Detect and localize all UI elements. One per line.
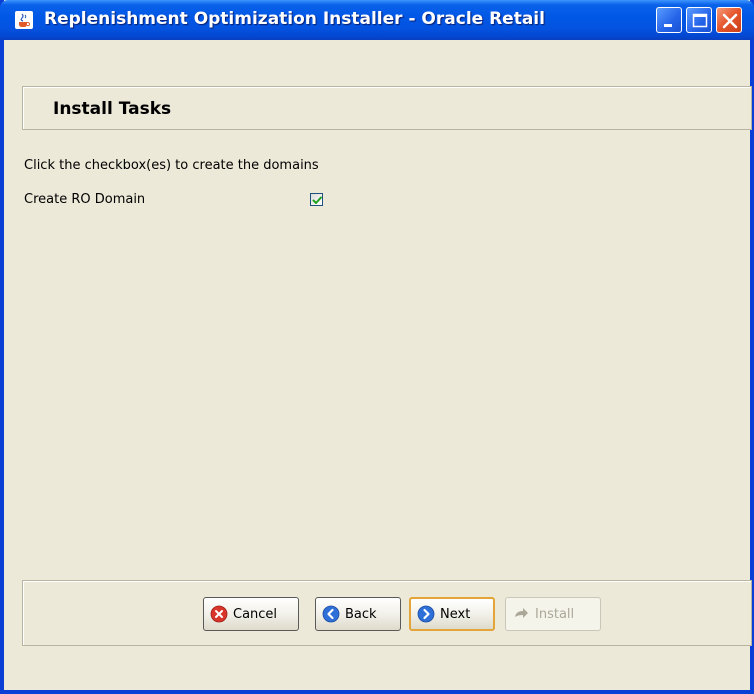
window-title: Replenishment Optimization Installer - O…	[44, 9, 545, 29]
java-cup-icon	[14, 10, 34, 30]
cancel-button-label: Cancel	[233, 606, 278, 622]
back-arrow-icon	[322, 605, 340, 623]
header-panel: Install Tasks	[22, 86, 752, 130]
install-arrow-icon	[512, 605, 530, 623]
maximize-button[interactable]	[686, 7, 712, 33]
next-button[interactable]: Next	[409, 597, 495, 631]
next-arrow-icon	[417, 605, 435, 623]
cancel-x-icon	[210, 605, 228, 623]
create-ro-domain-label: Create RO Domain	[24, 192, 146, 207]
next-button-label: Next	[440, 606, 471, 622]
cancel-button[interactable]: Cancel	[203, 597, 299, 631]
installer-window: Replenishment Optimization Installer - O…	[0, 0, 754, 694]
back-button[interactable]: Back	[315, 597, 401, 631]
install-button[interactable]: Install	[505, 597, 601, 631]
back-button-label: Back	[345, 606, 377, 622]
create-ro-domain-checkbox[interactable]	[310, 193, 323, 206]
check-icon	[312, 196, 322, 204]
page-title: Install Tasks	[53, 99, 172, 119]
title-bar[interactable]: Replenishment Optimization Installer - O…	[0, 0, 754, 40]
button-bar: Cancel Back Next Install	[22, 580, 752, 646]
minimize-button[interactable]	[656, 7, 682, 33]
close-button[interactable]	[716, 7, 742, 33]
instructions-text: Click the checkbox(es) to create the dom…	[24, 158, 319, 173]
install-button-label: Install	[535, 606, 575, 622]
